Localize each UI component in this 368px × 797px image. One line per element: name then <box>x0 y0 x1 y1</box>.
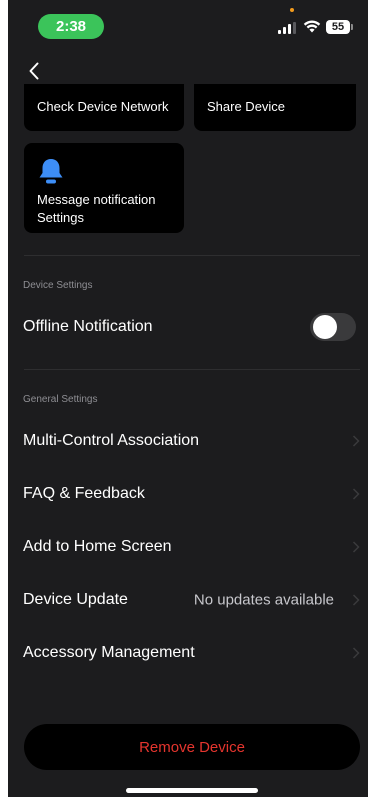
tile-label: Check Device Network <box>37 99 169 114</box>
multi-control-association-row[interactable]: Multi-Control Association <box>8 414 368 467</box>
cellular-signal-icon <box>278 22 296 34</box>
general-settings-header: General Settings <box>23 394 98 405</box>
battery-icon: 55 <box>326 20 354 34</box>
back-button[interactable] <box>22 58 46 84</box>
message-notification-settings-tile[interactable]: Message notification Settings <box>24 143 184 233</box>
privacy-indicator-icon <box>290 8 294 12</box>
add-to-home-screen-row[interactable]: Add to Home Screen <box>8 520 368 573</box>
bell-icon <box>39 159 63 184</box>
faq-feedback-row[interactable]: FAQ & Feedback <box>8 467 368 520</box>
check-device-network-tile[interactable]: Check Device Network <box>24 84 184 131</box>
status-bar: 2:38 55 <box>8 0 368 48</box>
row-label: FAQ & Feedback <box>23 484 145 502</box>
offline-notification-label: Offline Notification <box>23 317 153 335</box>
chevron-right-icon <box>352 646 360 659</box>
row-label: Multi-Control Association <box>23 431 200 449</box>
tile-label-line-2: Settings <box>37 210 84 225</box>
device-update-row[interactable]: Device Update No updates available <box>8 573 368 626</box>
divider <box>24 255 360 256</box>
row-label: Accessory Management <box>23 643 195 661</box>
device-settings-header: Device Settings <box>23 280 93 291</box>
share-device-tile[interactable]: Share Device <box>194 84 356 131</box>
toggle-knob <box>313 315 337 339</box>
chevron-right-icon <box>352 487 360 500</box>
divider <box>24 369 360 370</box>
chevron-right-icon <box>352 593 360 606</box>
status-time: 2:38 <box>38 14 104 39</box>
tile-label-line-1: Message notification <box>37 192 156 207</box>
remove-device-button[interactable]: Remove Device <box>24 724 360 770</box>
chevron-right-icon <box>352 434 360 447</box>
tile-label: Share Device <box>207 99 286 114</box>
home-indicator[interactable] <box>126 788 258 793</box>
offline-notification-toggle[interactable] <box>310 313 356 341</box>
device-update-status: No updates available <box>193 591 334 608</box>
accessory-management-row[interactable]: Accessory Management <box>8 626 368 679</box>
chevron-right-icon <box>352 540 360 553</box>
row-label: Device Update <box>23 590 128 608</box>
wifi-icon <box>303 20 321 33</box>
device-settings-screen: 2:38 55 Check Device Network Share Devic… <box>8 0 368 797</box>
chevron-left-icon <box>29 62 39 80</box>
row-label: Add to Home Screen <box>23 537 172 555</box>
battery-level: 55 <box>326 20 350 34</box>
